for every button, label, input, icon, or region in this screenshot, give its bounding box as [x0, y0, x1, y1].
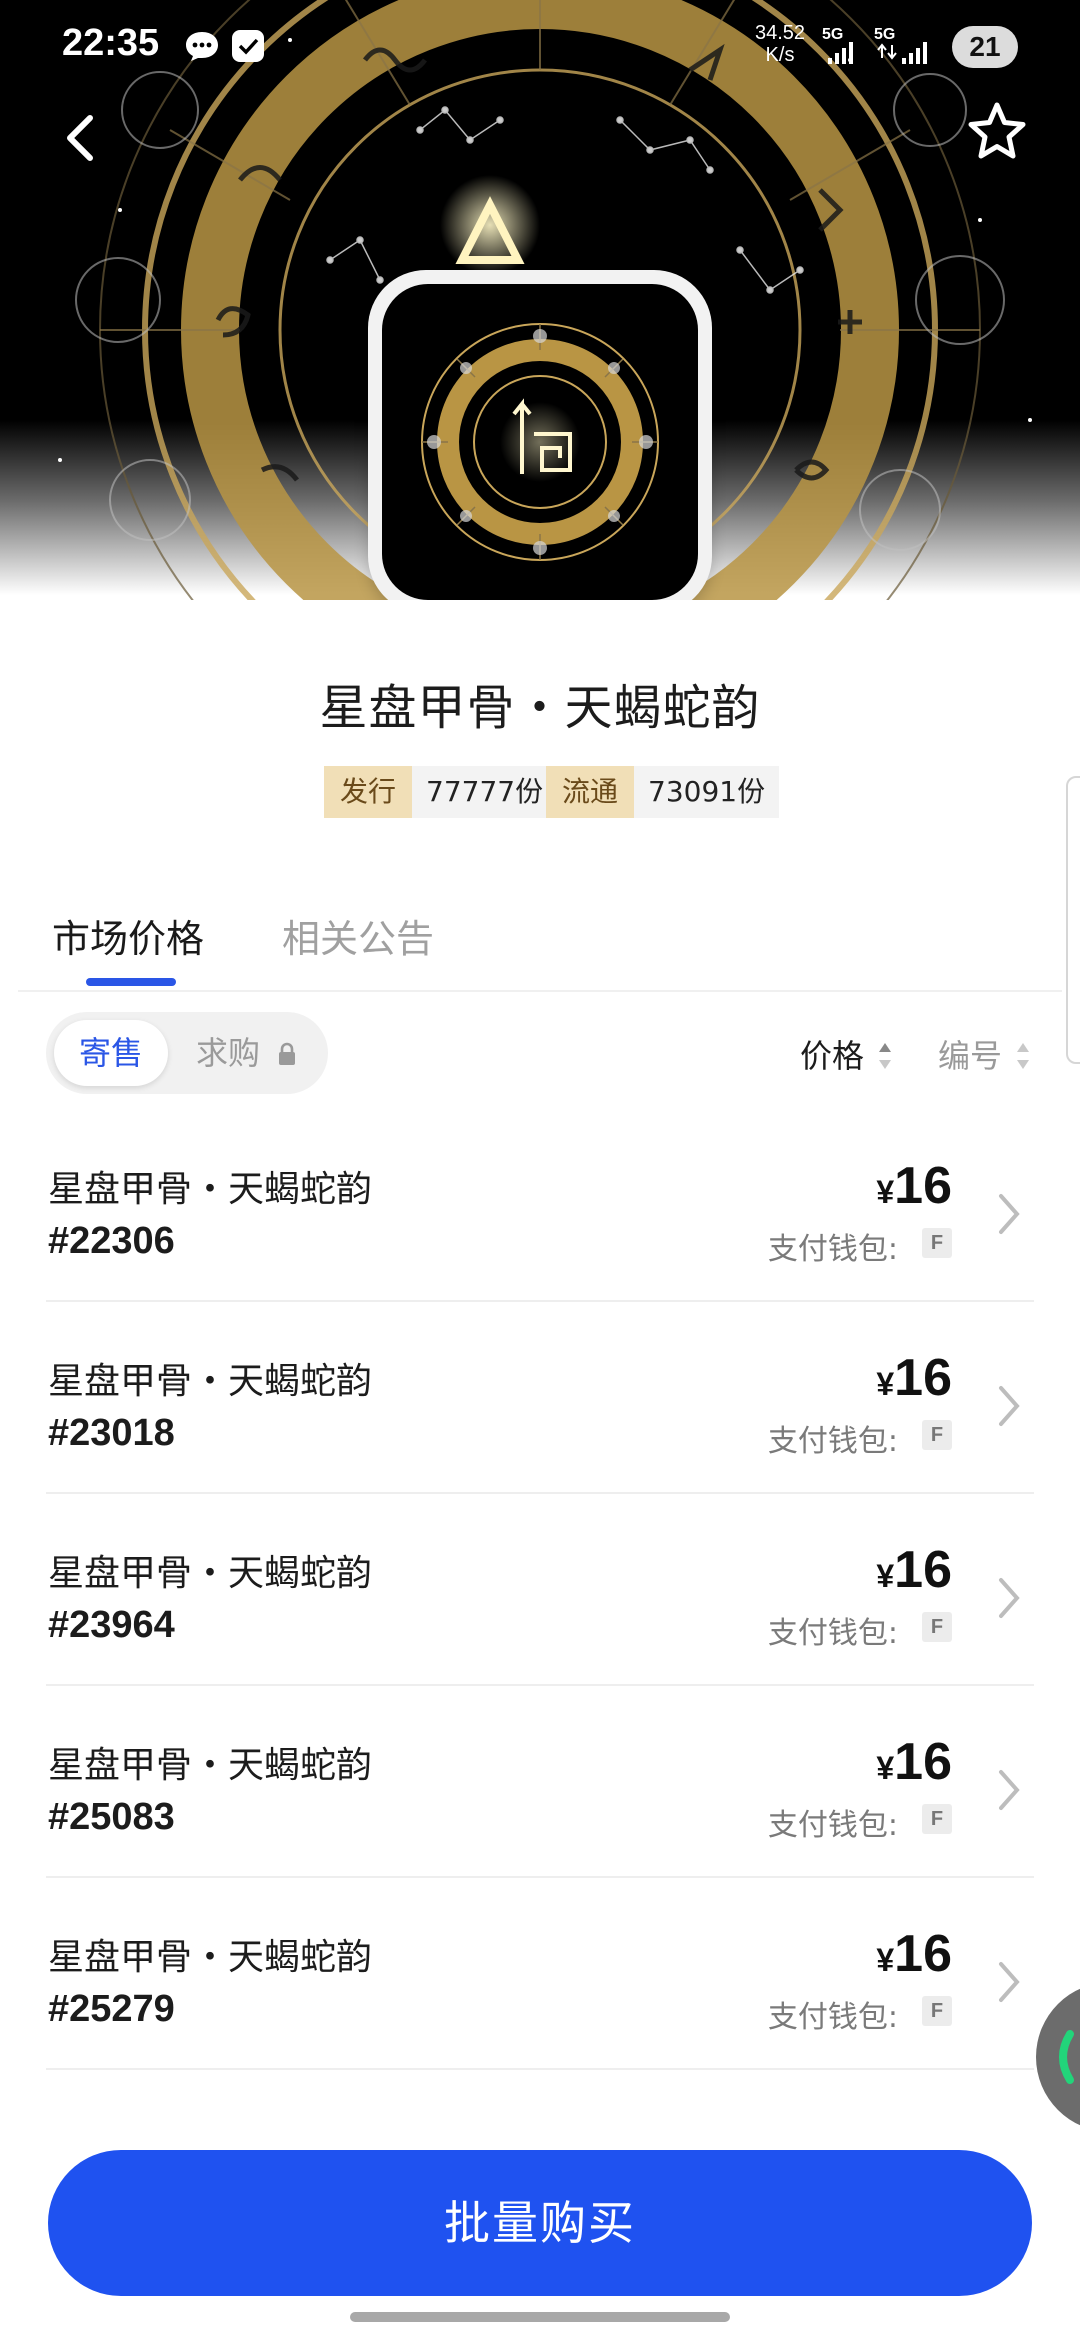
listing-price: ¥16 — [876, 1924, 952, 1984]
currency-symbol: ¥ — [876, 1366, 895, 1402]
zodiac-medallion-image — [421, 323, 659, 561]
listing-price: ¥16 — [876, 1732, 952, 1792]
listing-number: #23964 — [48, 1604, 175, 1646]
listing-name: 星盘甲骨・天蝎蛇韵 — [48, 1745, 373, 1786]
chevron-right-icon — [999, 1770, 1020, 1810]
product-image — [368, 270, 712, 600]
wallet-badge: F — [922, 1612, 952, 1642]
wallet-label: 支付钱包: — [767, 2000, 898, 2035]
network-speed: 34.52 K/s — [750, 22, 810, 66]
circulating-tag: 流通 — [546, 766, 635, 818]
signal-5g-2: 5G — [874, 26, 930, 66]
wallet-label: 支付钱包: — [767, 1232, 898, 1267]
active-tab-indicator — [86, 978, 176, 986]
wallet-label: 支付钱包: — [767, 1808, 898, 1843]
shield-check-icon — [232, 30, 264, 62]
list-item[interactable]: 星盘甲骨・天蝎蛇韵 #23964 ¥16 支付钱包: F — [0, 1494, 1080, 1686]
chevron-right-icon — [999, 1386, 1020, 1426]
wallet-label: 支付钱包: — [767, 1424, 898, 1459]
signal-5g-1: 5G — [822, 26, 878, 66]
chat-bubble-icon — [186, 32, 218, 61]
listing-name: 星盘甲骨・天蝎蛇韵 — [48, 1361, 373, 1402]
product-title: 星盘甲骨・天蝎蛇韵 — [319, 680, 761, 736]
price-amount: 16 — [894, 1157, 952, 1215]
sell-toggle[interactable]: 寄售 — [54, 1020, 168, 1086]
price-amount: 16 — [894, 1349, 952, 1407]
wallet-badge: F — [922, 1804, 952, 1834]
listing-number: #23018 — [48, 1412, 175, 1454]
status-time: 22:35 — [62, 22, 160, 64]
sort-arrows-icon — [1017, 1043, 1029, 1069]
bulk-buy-button[interactable]: 批量购买 — [48, 2150, 1032, 2296]
listing-number: #22306 — [48, 1220, 175, 1262]
buy-request-toggle[interactable]: 求购 — [196, 1020, 260, 1086]
status-bar: 22:35 34.52 K/s 5G 5G 21 — [0, 0, 1080, 96]
currency-symbol: ¥ — [876, 1750, 895, 1786]
star-favorite-icon[interactable] — [966, 100, 1028, 162]
list-item[interactable]: 星盘甲骨・天蝎蛇韵 #22306 ¥16 支付钱包: F — [0, 1110, 1080, 1302]
lock-icon — [279, 1042, 295, 1065]
wallet-badge: F — [922, 1420, 952, 1450]
list-item[interactable]: 星盘甲骨・天蝎蛇韵 #25083 ¥16 支付钱包: F — [0, 1686, 1080, 1878]
sort-by-number[interactable]: 编号 — [938, 1034, 1002, 1078]
circulating-value: 73091份 — [634, 766, 780, 818]
price-amount: 16 — [894, 1925, 952, 1983]
chevron-right-icon — [999, 1962, 1020, 2002]
circulating-stat: 流通 73091份 — [546, 766, 780, 818]
divider — [46, 2068, 1034, 2070]
issued-value: 77777份 — [412, 766, 558, 818]
signal-bars-icon — [877, 42, 927, 64]
price-amount: 16 — [894, 1541, 952, 1599]
sort-by-price[interactable]: 价格 — [800, 1034, 864, 1078]
wallet-badge: F — [922, 1996, 952, 2026]
list-fade — [0, 2096, 1080, 2156]
price-amount: 16 — [894, 1733, 952, 1791]
listing-price: ¥16 — [876, 1156, 952, 1216]
currency-symbol: ¥ — [876, 1942, 895, 1978]
tab-market-price[interactable]: 市场价格 — [52, 908, 204, 963]
listing-number: #25083 — [48, 1796, 175, 1838]
issued-tag: 发行 — [324, 766, 413, 818]
divider — [18, 990, 1062, 992]
listing-price: ¥16 — [876, 1540, 952, 1600]
chevron-right-icon — [999, 1578, 1020, 1618]
battery-level: 21 — [952, 26, 1018, 68]
chevron-right-icon — [999, 1194, 1020, 1234]
home-indicator[interactable] — [350, 2312, 730, 2322]
wallet-label: 支付钱包: — [767, 1616, 898, 1651]
listing-number: #25279 — [48, 1988, 175, 2030]
currency-symbol: ¥ — [876, 1174, 895, 1210]
listing-name: 星盘甲骨・天蝎蛇韵 — [48, 1553, 373, 1594]
listing-name: 星盘甲骨・天蝎蛇韵 — [48, 1937, 373, 1978]
list-item[interactable]: 星盘甲骨・天蝎蛇韵 #23018 ¥16 支付钱包: F — [0, 1302, 1080, 1494]
signal-bars-icon — [828, 42, 853, 64]
list-item[interactable]: 星盘甲骨・天蝎蛇韵 #25279 ¥16 支付钱包: F — [0, 1878, 1080, 2070]
speed-unit: K/s — [765, 44, 795, 66]
sort-arrows-icon — [879, 1043, 891, 1069]
floating-bubble-icon — [1059, 2030, 1074, 2084]
tab-bar: 市场价格 相关公告 — [0, 900, 1080, 992]
edge-panel-handle[interactable] — [1066, 776, 1080, 1064]
listing-name: 星盘甲骨・天蝎蛇韵 — [48, 1169, 373, 1210]
floating-assistant-bubble[interactable] — [1036, 1982, 1080, 2132]
back-chevron-icon[interactable] — [56, 110, 106, 166]
listing-price: ¥16 — [876, 1348, 952, 1408]
hero-banner: 22:35 34.52 K/s 5G 5G 21 — [0, 0, 1080, 600]
tab-announcements[interactable]: 相关公告 — [282, 908, 434, 963]
currency-symbol: ¥ — [876, 1558, 895, 1594]
speed-value: 34.52 — [754, 22, 806, 44]
listing-type-toggle: 寄售 求购 — [46, 1012, 328, 1094]
wallet-badge: F — [922, 1228, 952, 1258]
issued-stat: 发行 77777份 — [324, 766, 558, 818]
